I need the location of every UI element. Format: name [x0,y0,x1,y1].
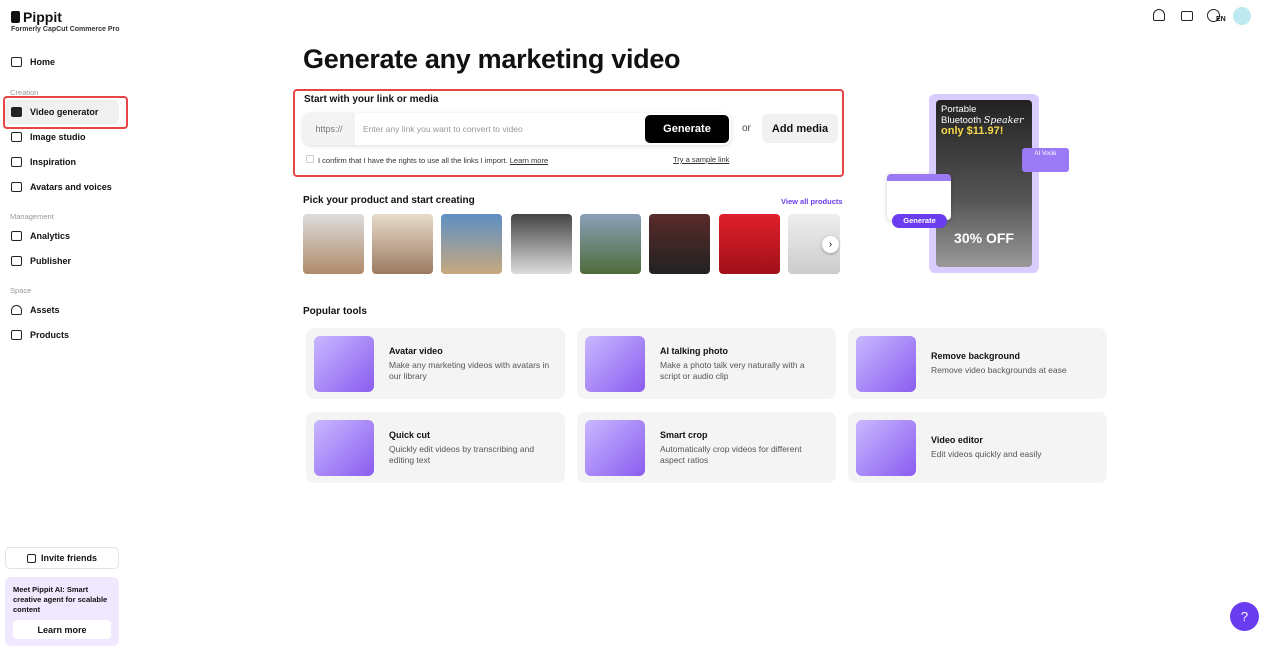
product-thumbnail[interactable] [441,214,502,274]
confirm-text: I confirm that I have the rights to use … [318,156,508,165]
popular-tools-heading: Popular tools [303,306,367,317]
logo-icon [11,11,20,23]
product-thumbnail[interactable] [719,214,780,274]
sidebar-item-assets[interactable]: Assets [5,298,119,322]
language-label[interactable]: EN [1216,16,1226,23]
bell-icon[interactable] [1153,9,1165,21]
cloud-icon [11,305,22,315]
sidebar-item-products[interactable]: Products [5,323,119,347]
help-icon[interactable]: ? [1230,602,1259,631]
sidebar-item-analytics[interactable]: Analytics [5,224,119,248]
sidebar-item-image-studio[interactable]: Image studio [5,125,119,149]
generate-button[interactable]: Generate [645,115,729,143]
invite-friends-button[interactable]: Invite friends [5,547,119,569]
sidebar-item-publisher[interactable]: Publisher [5,249,119,273]
remove-background-illustration [856,335,916,392]
or-label: or [742,123,751,134]
inbox-icon[interactable] [1181,11,1193,21]
learn-more-button[interactable]: Learn more [13,620,111,639]
chevron-right-icon[interactable]: › [822,236,839,253]
box-icon [11,330,22,340]
link-input[interactable]: Enter any link you want to convert to vi… [355,124,645,134]
sample-link[interactable]: Try a sample link [673,155,729,164]
link-heading: Start with your link or media [304,94,439,105]
section-management: Management [10,212,54,221]
products-heading: Pick your product and start creating [303,195,475,206]
tool-card-remove-background[interactable]: Remove background Remove video background… [848,328,1107,399]
avatar-video-illustration [314,335,374,392]
tool-card-quick-cut[interactable]: Quick cut Quickly edit videos by transcri… [306,412,565,483]
promo-card: Meet Pippit AI: Smart creative agent for… [5,577,119,646]
promo-illustration: Portable Bluetooth Speaker only $11.97! … [887,94,1069,274]
tool-card-video-editor[interactable]: Video editor Edit videos quickly and easi… [848,412,1107,483]
talking-photo-illustration [585,335,645,392]
tool-card-smart-crop[interactable]: Smart crop Automatically crop videos for … [577,412,836,483]
image-icon [11,132,22,142]
product-thumbnail[interactable] [303,214,364,274]
link-input-bar[interactable]: https:// Enter any link you want to conv… [303,113,731,145]
sidebar-item-inspiration[interactable]: Inspiration [5,150,119,174]
add-media-button[interactable]: Add media [762,114,838,143]
learn-more-link[interactable]: Learn more [510,156,548,165]
avatar-icon [11,182,22,192]
section-space: Space [10,286,32,295]
sidebar-item-home[interactable]: Home [5,50,119,74]
url-prefix: https:// [303,113,355,145]
home-icon [11,57,22,67]
analytics-icon [11,231,22,241]
tool-card-avatar-video[interactable]: Avatar video Make any marketing videos wi… [306,328,565,399]
view-all-products-link[interactable]: View all products [781,197,843,206]
smart-crop-illustration [585,419,645,476]
brand-subtitle: Formerly CapCut Commerce Pro [11,26,120,33]
avatar[interactable] [1233,7,1251,25]
inspiration-icon [11,157,22,167]
sidebar-item-avatars[interactable]: Avatars and voices [5,175,119,199]
product-thumbnail[interactable] [511,214,572,274]
product-thumbnail[interactable] [649,214,710,274]
calendar-icon [11,256,22,266]
product-thumbnail[interactable] [580,214,641,274]
confirm-checkbox[interactable] [306,155,314,163]
logo[interactable]: Pippit [11,9,62,25]
video-editor-illustration [856,419,916,476]
page-title: Generate any marketing video [303,44,681,74]
quick-cut-illustration [314,419,374,476]
tool-card-ai-talking-photo[interactable]: AI talking photo Make a photo talk very n… [577,328,836,399]
gift-icon [26,553,36,563]
product-thumbnail[interactable] [372,214,433,274]
